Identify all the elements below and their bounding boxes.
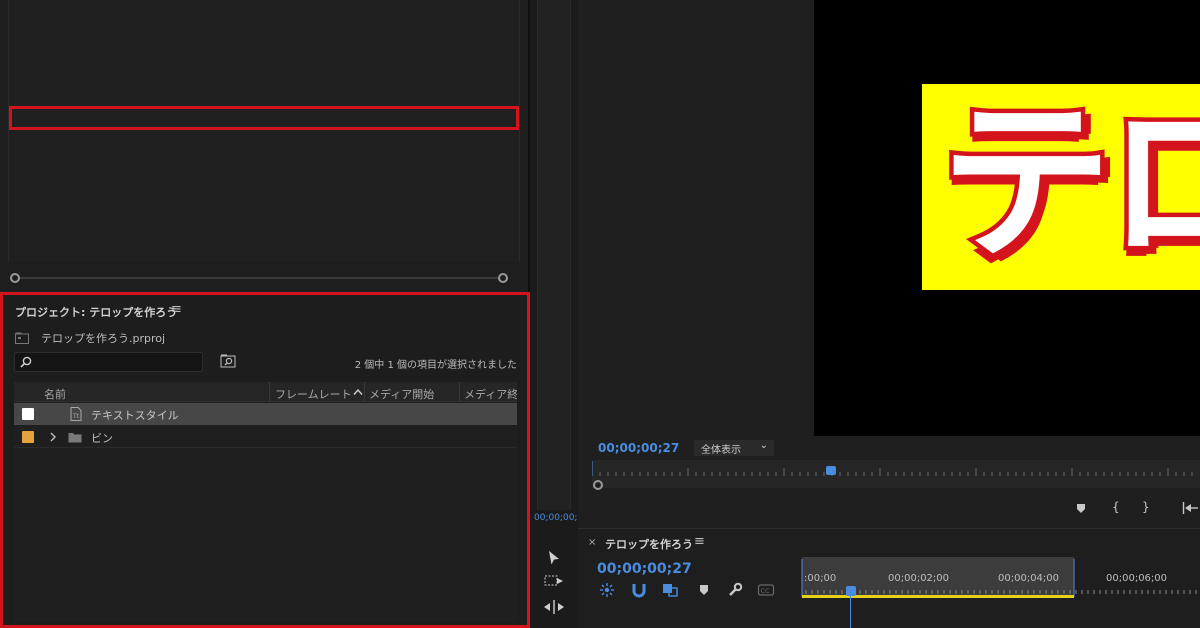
chevron-right-icon[interactable]	[49, 432, 57, 442]
timeline-sequence-tab[interactable]: テロップを作ろう	[605, 536, 693, 552]
svg-text:CC: CC	[761, 587, 771, 595]
zoom-level-value: 全体表示	[701, 445, 741, 456]
tools-panel	[530, 528, 578, 628]
column-media-start[interactable]: メディア開始	[369, 386, 457, 402]
panel-menu-icon[interactable]: ≡	[171, 302, 182, 317]
zoom-level-select[interactable]: 全体表示 ⌄	[694, 440, 774, 456]
add-marker-icon[interactable]	[1076, 503, 1086, 514]
selection-status: 2 個中 1 個の項目が選択されました	[354, 360, 517, 371]
nest-icon[interactable]	[598, 581, 616, 599]
find-icon[interactable]	[220, 354, 236, 368]
project-search-input[interactable]	[14, 352, 203, 372]
mark-in-icon[interactable]: {	[1112, 500, 1120, 514]
snap-magnet-icon[interactable]	[630, 581, 648, 599]
close-icon[interactable]: ×	[588, 537, 596, 548]
go-to-in-icon[interactable]	[1182, 502, 1198, 514]
panel-menu-icon[interactable]: ≡	[694, 534, 705, 549]
scroll-handle-right[interactable]	[498, 273, 508, 283]
project-file-icon	[15, 332, 29, 344]
wrench-icon[interactable]	[726, 581, 744, 599]
list-item[interactable]: Tt テキストスタイル	[14, 403, 517, 425]
ruler-label: :00;00	[804, 573, 837, 584]
program-zoom-handle[interactable]	[593, 480, 603, 490]
ripple-edit-tool-icon[interactable]	[543, 600, 565, 614]
program-playhead[interactable]	[826, 466, 836, 475]
selection-tool-icon[interactable]	[547, 550, 561, 566]
list-item-label: ビン	[91, 432, 113, 445]
timeline-playhead[interactable]	[846, 586, 856, 596]
sort-ascending-icon[interactable]	[353, 388, 363, 396]
telop-text: テロ	[936, 84, 1200, 283]
linked-selection-icon[interactable]	[661, 581, 679, 599]
column-media-end[interactable]: メディア終了	[464, 386, 517, 402]
project-panel-title[interactable]: プロジェクト: テロップを作ろう	[15, 304, 177, 320]
add-marker-icon[interactable]	[695, 581, 713, 599]
source-zoom-scrollbar[interactable]	[10, 272, 508, 284]
program-time-ruler[interactable]	[592, 460, 1200, 488]
selected-row-highlight	[9, 106, 519, 130]
ruler-label: 00;00;04;00	[998, 573, 1060, 584]
label-color-swatch[interactable]	[22, 408, 34, 420]
captions-icon[interactable]: CC	[757, 581, 775, 599]
track-select-tool-icon[interactable]	[544, 574, 564, 588]
audio-meter	[537, 0, 571, 510]
project-item-list: 名前 フレームレート メディア開始 メディア終了 Tt テキストスタイル	[14, 382, 517, 622]
timeline-timecode[interactable]: 00;00;00;27	[597, 561, 692, 577]
source-monitor-viewer	[8, 0, 520, 262]
label-color-swatch[interactable]	[22, 431, 34, 443]
source-timecode[interactable]: 00;00;00;	[534, 513, 577, 523]
ruler-label: 00;00;02;00	[888, 573, 950, 584]
svg-text:Tt: Tt	[72, 413, 80, 420]
column-frame-rate[interactable]: フレームレート	[275, 386, 355, 402]
in-out-range-bar[interactable]	[802, 595, 1074, 598]
mark-out-icon[interactable]: }	[1142, 500, 1150, 514]
chevron-down-icon: ⌄	[759, 440, 768, 451]
ruler-label: 00;00;06;00	[1106, 573, 1168, 584]
project-file-name: テロップを作ろう.prproj	[41, 332, 166, 345]
timeline-playhead-line	[850, 596, 851, 628]
column-name[interactable]: 名前	[44, 386, 269, 402]
search-icon	[20, 356, 32, 368]
scroll-handle-left[interactable]	[10, 273, 20, 283]
source-monitor-panel	[0, 0, 528, 292]
list-item[interactable]: ビン	[14, 426, 517, 448]
list-header: 名前 フレームレート メディア開始 メディア終了	[14, 382, 517, 402]
list-item-label: テキストスタイル	[91, 409, 179, 422]
project-panel: プロジェクト: テロップを作ろう ≡ テロップを作ろう.prproj 2 個中 …	[0, 292, 530, 628]
folder-icon	[68, 433, 82, 443]
text-style-file-icon: Tt	[70, 407, 82, 421]
program-timecode[interactable]: 00;00;00;27	[598, 441, 679, 455]
telop-graphic[interactable]: テロ	[922, 84, 1200, 290]
